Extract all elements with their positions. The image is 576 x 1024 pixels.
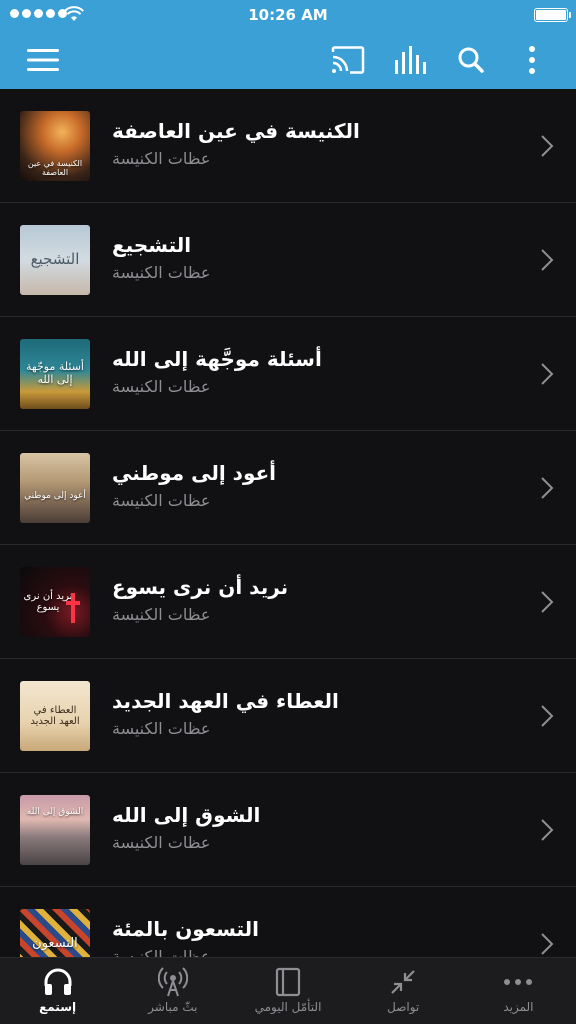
chevron-right-icon	[541, 705, 554, 727]
list-item[interactable]: نريد أن نرى يسوع نريد أن نرى يسوع عظات ا…	[0, 545, 576, 659]
status-bar: 10:26 AM	[0, 0, 576, 30]
bottom-tab-bar: إستمع بثّ مباشر التأمّل اليومي تواصل الم…	[0, 957, 576, 1024]
tab-label: المزيد	[503, 1000, 534, 1014]
chevron-right-icon	[541, 249, 554, 271]
tab-label: إستمع	[39, 1000, 77, 1014]
series-thumbnail: نريد أن نرى يسوع	[20, 567, 90, 637]
series-thumbnail: العطاء في العهد الجديد	[20, 681, 90, 751]
item-subtitle: عظات الكنيسة	[112, 719, 211, 738]
broadcast-icon	[157, 966, 188, 998]
chevron-right-icon	[541, 819, 554, 841]
item-title: الكنيسة في عين العاصفة	[112, 119, 360, 143]
series-thumbnail: أعود إلى موطني	[20, 453, 90, 523]
item-subtitle: عظات الكنيسة	[112, 833, 211, 852]
cast-icon[interactable]	[330, 42, 366, 78]
search-icon[interactable]	[453, 42, 489, 78]
item-subtitle: عظات الكنيسة	[112, 491, 211, 510]
tab-more[interactable]: المزيد	[461, 958, 576, 1024]
item-subtitle: عظات الكنيسة	[112, 947, 211, 957]
series-thumbnail: التسعون	[20, 909, 90, 957]
item-title: التسعون بالمئة	[112, 917, 259, 941]
series-thumbnail: التشجيع	[20, 225, 90, 295]
item-subtitle: عظات الكنيسة	[112, 377, 211, 396]
book-icon	[275, 966, 301, 998]
hamburger-menu-icon[interactable]	[25, 42, 61, 78]
tab-label: التأمّل اليومي	[254, 1000, 322, 1014]
list-item[interactable]: التسعون التسعون بالمئة عظات الكنيسة	[0, 887, 576, 957]
equalizer-icon[interactable]	[392, 42, 428, 78]
more-vertical-icon[interactable]	[514, 42, 550, 78]
list-item[interactable]: التشجيع التشجيع عظات الكنيسة	[0, 203, 576, 317]
list-item[interactable]: أسئلة موجّهة إلى الله أسئلة موجَّهة إلى …	[0, 317, 576, 431]
item-title: أعود إلى موطني	[112, 461, 277, 485]
headphones-icon	[43, 966, 73, 998]
more-horizontal-icon	[503, 966, 533, 998]
chevron-right-icon	[541, 477, 554, 499]
series-thumbnail: الشوق إلى الله	[20, 795, 90, 865]
list-item[interactable]: الشوق إلى الله الشوق إلى الله عظات الكني…	[0, 773, 576, 887]
thumbnail-caption: أسئلة موجّهة إلى الله	[26, 360, 84, 386]
thumbnail-caption: الشوق إلى الله	[26, 806, 84, 817]
item-title: الشوق إلى الله	[112, 803, 261, 827]
tab-listen[interactable]: إستمع	[0, 958, 115, 1024]
list-item[interactable]: الكنيسة في عين العاصفة الكنيسة في عين ال…	[0, 89, 576, 203]
item-title: نريد أن نرى يسوع	[112, 575, 289, 599]
item-subtitle: عظات الكنيسة	[112, 263, 211, 282]
thumbnail-caption: أعود إلى موطني	[24, 490, 86, 501]
tab-connect[interactable]: تواصل	[346, 958, 461, 1024]
thumbnail-caption: الكنيسة في عين العاصفة	[27, 158, 83, 177]
thumbnail-caption: العطاء في العهد الجديد	[30, 704, 80, 728]
tab-live-broadcast[interactable]: بثّ مباشر	[115, 958, 230, 1024]
series-thumbnail: أسئلة موجّهة إلى الله	[20, 339, 90, 409]
list-item[interactable]: العطاء في العهد الجديد العطاء في العهد ا…	[0, 659, 576, 773]
item-subtitle: عظات الكنيسة	[112, 149, 211, 168]
chevron-right-icon	[541, 933, 554, 955]
item-subtitle: عظات الكنيسة	[112, 605, 211, 624]
status-time: 10:26 AM	[248, 6, 328, 24]
arrows-in-icon	[389, 966, 417, 998]
chevron-right-icon	[541, 363, 554, 385]
cross-icon	[66, 593, 80, 623]
tab-label: بثّ مباشر	[148, 1000, 198, 1014]
tab-label: تواصل	[387, 1000, 420, 1014]
sermon-series-list: الكنيسة في عين العاصفة الكنيسة في عين ال…	[0, 89, 576, 957]
top-toolbar	[0, 30, 576, 89]
chevron-right-icon	[541, 591, 554, 613]
item-title: العطاء في العهد الجديد	[112, 689, 339, 713]
chevron-right-icon	[541, 135, 554, 157]
tab-daily-devotional[interactable]: التأمّل اليومي	[230, 958, 345, 1024]
list-item[interactable]: أعود إلى موطني أعود إلى موطني عظات الكني…	[0, 431, 576, 545]
item-title: أسئلة موجَّهة إلى الله	[112, 347, 322, 371]
thumbnail-caption: التشجيع	[30, 250, 80, 269]
thumbnail-caption: التسعون	[32, 935, 78, 951]
battery-icon	[534, 8, 571, 22]
item-title: التشجيع	[112, 233, 192, 257]
series-thumbnail: الكنيسة في عين العاصفة	[20, 111, 90, 181]
